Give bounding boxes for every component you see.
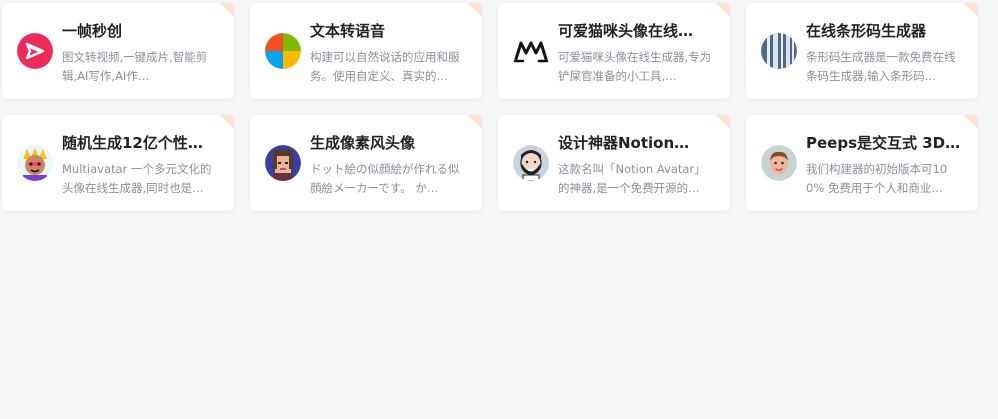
card-title: 在线条形码生成器 [806,22,927,40]
tool-card-text-to-speech[interactable]: 文本转语音 构建可以自然说话的应用和服务。使用自定义、真实的… [250,3,482,99]
card-description: 图文转视频,一键成片,智能剪辑,AI写作,AI作… [62,50,208,83]
tool-card-multiavatar[interactable]: 随机生成12亿个性… Multiavatar 一个多元文化的头像在线生成器,同时… [2,115,234,211]
card-title: 文本转语音 [310,22,386,40]
card-description: ドット絵の似顔絵が作れる似顔絵メーカーです。 か… [310,162,460,195]
notion-avatar-icon [513,145,549,181]
tool-card-yizhen[interactable]: 一帧秒创 图文转视频,一键成片,智能剪辑,AI写作,AI作… [2,3,234,99]
corner-flag [220,3,234,17]
yizhen-logo-icon [17,33,53,69]
peeps-3d-face-icon [761,145,797,181]
corner-flag [964,3,978,17]
card-title: 生成像素风头像 [310,134,416,152]
card-description: 这款名叫「Notion Avatar」的神器,是一个免费开源的… [558,162,706,195]
cat-m-logo-icon [513,33,549,69]
card-description: 可爱猫咪头像在线生成器,专为铲屎官准备的小工具,… [558,50,712,83]
multiavatar-icon [17,145,53,181]
card-description: 构建可以自然说话的应用和服务。使用自定义、真实的… [310,50,460,83]
tool-card-barcode[interactable]: 在线条形码生成器 条形码生成器是一款免费在线条码生成器,输入条形码… [746,3,978,99]
tool-card-grid: 一帧秒创 图文转视频,一键成片,智能剪辑,AI写作,AI作… 文本转语音 构建可… [2,3,978,211]
microsoft-logo-icon [265,33,301,69]
barcode-avatar-icon [761,33,797,69]
tool-card-pixel-avatar[interactable]: 生成像素风头像 ドット絵の似顔絵が作れる似顔絵メーカーです。 か… [250,115,482,211]
tool-card-cat-avatar[interactable]: 可爱猫咪头像在线… 可爱猫咪头像在线生成器,专为铲屎官准备的小工具,… [498,3,730,99]
corner-flag [468,115,482,129]
corner-flag [716,3,730,17]
card-title: 随机生成12亿个性… [62,134,203,152]
corner-flag [468,3,482,17]
card-title: 设计神器Notion… [558,134,690,152]
pixel-face-icon [265,145,301,181]
card-title: 一帧秒创 [62,22,123,40]
card-title: 可爱猫咪头像在线… [558,22,694,40]
card-description: 我们构建器的初始版本可100% 免费用于个人和商业… [806,162,948,195]
card-description: Multiavatar 一个多元文化的头像在线生成器,同时也是… [62,162,212,195]
tool-card-notion-avatar[interactable]: 设计神器Notion… 这款名叫「Notion Avatar」的神器,是一个免费… [498,115,730,211]
corner-flag [220,115,234,129]
card-description: 条形码生成器是一款免费在线条码生成器,输入条形码… [806,50,956,83]
tool-card-peeps-3d[interactable]: Peeps是交互式 3D… 我们构建器的初始版本可100% 免费用于个人和商业… [746,115,978,211]
corner-flag [964,115,978,129]
corner-flag [716,115,730,129]
card-title: Peeps是交互式 3D… [806,134,961,152]
